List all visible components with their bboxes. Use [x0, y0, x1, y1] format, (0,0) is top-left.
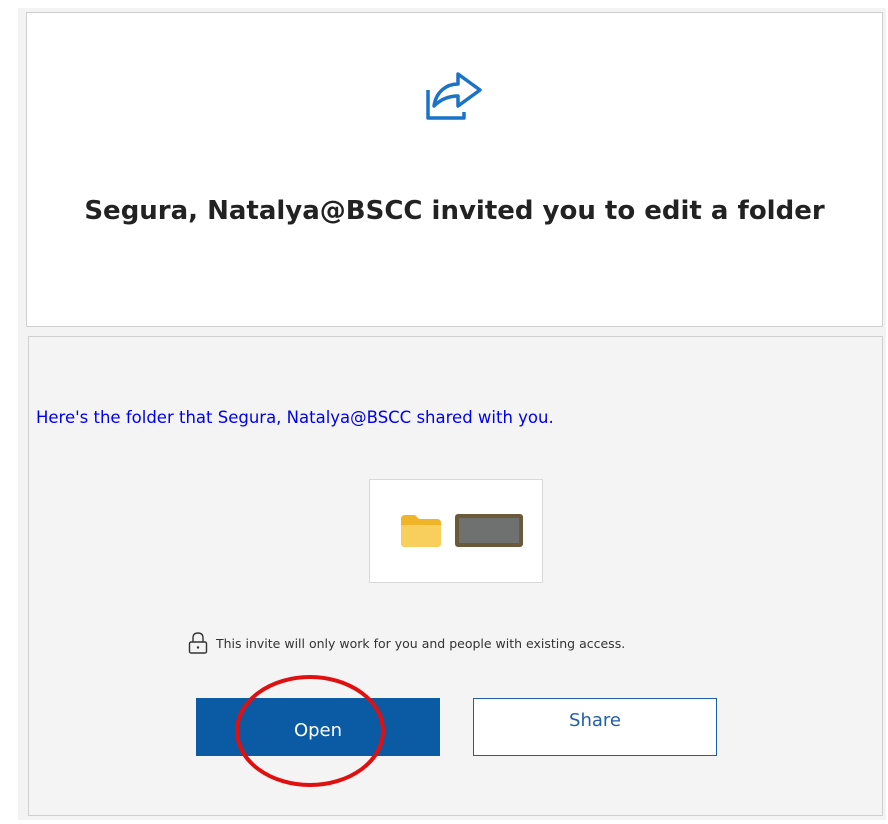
folder-name-redacted — [455, 514, 523, 547]
invite-header-card — [26, 12, 883, 327]
folder-icon — [401, 515, 441, 547]
access-notice-text: This invite will only work for you and p… — [216, 635, 626, 651]
open-button[interactable]: Open — [196, 698, 440, 756]
share-button[interactable]: Share — [473, 698, 717, 756]
invite-title: Segura, Natalya@BSCC invited you to edit… — [84, 196, 825, 226]
share-arrow-icon — [426, 72, 482, 120]
access-notice: This invite will only work for you and p… — [188, 632, 625, 654]
lock-icon — [188, 632, 208, 654]
shared-folder-intro: Here's the folder that Segura, Natalya@B… — [36, 408, 554, 427]
